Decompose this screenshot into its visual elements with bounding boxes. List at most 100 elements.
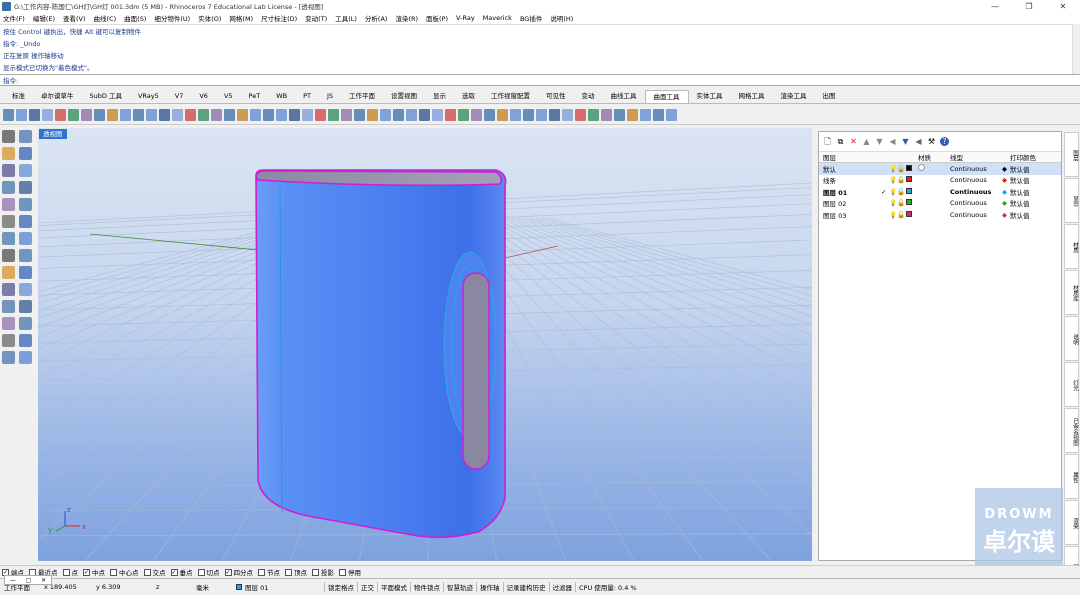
surface-tool-icon[interactable]: [42, 108, 53, 121]
surface-tool-icon[interactable]: [406, 108, 417, 121]
left-tool-icon[interactable]: [19, 317, 32, 330]
help-icon[interactable]: ?: [940, 137, 949, 146]
tab-13[interactable]: 显示: [425, 90, 454, 103]
surface-tool-icon[interactable]: [237, 108, 248, 121]
layer-name[interactable]: 线条: [819, 175, 881, 185]
layer-color-swatch[interactable]: [906, 176, 918, 184]
current-layer-check[interactable]: ✓: [881, 188, 889, 196]
dock-tab-5[interactable]: 灯光: [1064, 362, 1079, 407]
mini-minimize-icon[interactable]: —: [10, 577, 16, 584]
material-swatch[interactable]: [918, 164, 948, 173]
left-tool-icon[interactable]: [2, 198, 15, 211]
surface-tool-icon[interactable]: [393, 108, 404, 121]
left-tool-icon[interactable]: [19, 164, 32, 177]
menu-item-4[interactable]: 曲面(S): [124, 13, 146, 23]
menu-item-15[interactable]: Maverick: [483, 14, 512, 22]
left-tool-icon[interactable]: [2, 317, 15, 330]
lock-icon[interactable]: 🔓: [897, 165, 906, 173]
left-tool-icon[interactable]: [2, 334, 15, 347]
tab-12[interactable]: 设置视图: [383, 90, 425, 103]
surface-tool-icon[interactable]: [471, 108, 482, 121]
lock-icon[interactable]: 🔓: [897, 176, 906, 184]
surface-tool-icon[interactable]: [640, 108, 651, 121]
status-button-2[interactable]: 平面模式: [377, 582, 410, 592]
perspective-viewport[interactable]: z x y: [38, 128, 812, 561]
surface-tool-icon[interactable]: [445, 108, 456, 121]
lightbulb-icon[interactable]: 💡: [889, 211, 897, 219]
osnap-7[interactable]: 切点: [197, 567, 220, 577]
menu-item-11[interactable]: 分析(A): [365, 13, 388, 23]
layer-linetype[interactable]: Continuous: [948, 211, 1002, 219]
surface-tool-icon[interactable]: [120, 108, 131, 121]
delete-layer-icon[interactable]: ✕: [849, 137, 858, 146]
menu-item-6[interactable]: 实体(O): [198, 13, 221, 23]
layer-name[interactable]: 图层 02: [819, 198, 881, 208]
tab-10[interactable]: JS: [319, 90, 341, 103]
tab-8[interactable]: WB: [268, 90, 295, 103]
surface-tool-icon[interactable]: [666, 108, 677, 121]
tab-23[interactable]: 出图: [815, 90, 844, 103]
tab-18[interactable]: 曲线工具: [603, 90, 645, 103]
layer-row[interactable]: 图层 01 ✓ 💡 🔓 Continuous ◆ 默认值: [819, 186, 1061, 198]
surface-tool-icon[interactable]: [575, 108, 586, 121]
command-input[interactable]: [22, 75, 1080, 85]
status-button-5[interactable]: 操作轴: [476, 582, 503, 592]
move-up-icon[interactable]: ▲: [862, 137, 871, 146]
surface-tool-icon[interactable]: [133, 108, 144, 121]
surface-tool-icon[interactable]: [432, 108, 443, 121]
tab-7[interactable]: PeT: [241, 90, 269, 103]
osnap-checkbox[interactable]: [110, 568, 117, 576]
surface-tool-icon[interactable]: [263, 108, 274, 121]
menu-item-0[interactable]: 文件(F): [3, 13, 25, 23]
dock-tab-7[interactable]: 属性: [1064, 454, 1079, 499]
lock-icon[interactable]: 🔓: [897, 211, 906, 219]
left-tool-icon[interactable]: [19, 334, 32, 347]
left-tool-icon[interactable]: [19, 283, 32, 296]
lightbulb-icon[interactable]: 💡: [889, 188, 897, 196]
dock-tab-8[interactable]: 渲染: [1064, 500, 1079, 545]
layer-print-color[interactable]: 默认值: [1010, 198, 1061, 208]
layer-linetype[interactable]: Continuous: [948, 165, 1002, 173]
osnap-checkbox[interactable]: [339, 568, 346, 576]
surface-tool-icon[interactable]: [159, 108, 170, 121]
tab-11[interactable]: 工作平面: [341, 90, 383, 103]
layer-color-swatch[interactable]: [906, 187, 918, 196]
surface-tool-icon[interactable]: [211, 108, 222, 121]
left-tool-icon[interactable]: [19, 198, 32, 211]
tab-22[interactable]: 渲染工具: [773, 90, 815, 103]
surface-tool-icon[interactable]: [55, 108, 66, 121]
history-scrollbar[interactable]: [1072, 24, 1080, 74]
osnap-3[interactable]: ✓ 中点: [83, 567, 105, 577]
status-button-0[interactable]: 锁定格点: [324, 582, 357, 592]
osnap-checkbox[interactable]: ✓: [83, 568, 90, 576]
surface-tool-icon[interactable]: [328, 108, 339, 121]
osnap-12[interactable]: 停用: [339, 567, 361, 577]
surface-tool-icon[interactable]: [302, 108, 313, 121]
surface-tool-icon[interactable]: [94, 108, 105, 121]
tab-16[interactable]: 可见性: [538, 90, 574, 103]
dock-tab-4[interactable]: 说明: [1064, 316, 1079, 361]
status-button-3[interactable]: 物件锁点: [410, 582, 443, 592]
surface-tool-icon[interactable]: [627, 108, 638, 121]
print-color-diamond-icon[interactable]: ◆: [1002, 165, 1010, 173]
menu-item-2[interactable]: 查看(V): [63, 13, 86, 23]
print-color-diamond-icon[interactable]: ◆: [1002, 211, 1010, 219]
osnap-checkbox[interactable]: [258, 568, 265, 576]
surface-tool-icon[interactable]: [588, 108, 599, 121]
osnap-checkbox[interactable]: [285, 568, 292, 576]
surface-tool-icon[interactable]: [276, 108, 287, 121]
minimize-button[interactable]: —: [978, 0, 1012, 12]
tab-21[interactable]: 网格工具: [731, 90, 773, 103]
layer-row[interactable]: 默认 💡 🔓 Continuous ◆ 默认值: [819, 163, 1061, 175]
menu-item-3[interactable]: 曲线(C): [94, 13, 117, 23]
left-tool-icon[interactable]: [2, 232, 15, 245]
layer-print-color[interactable]: 默认值: [1010, 187, 1061, 197]
layer-row[interactable]: 图层 02 💡 🔓 Continuous ◆ 默认值: [819, 198, 1061, 210]
lightbulb-icon[interactable]: 💡: [889, 199, 897, 207]
tab-6[interactable]: V5: [216, 90, 241, 103]
move-left-icon[interactable]: ◀: [888, 137, 897, 146]
osnap-10[interactable]: 顶点: [285, 567, 307, 577]
left-tool-icon[interactable]: [19, 130, 32, 143]
menu-item-17[interactable]: 说明(H): [550, 13, 573, 23]
new-layer-icon[interactable]: 🗋: [823, 137, 832, 146]
